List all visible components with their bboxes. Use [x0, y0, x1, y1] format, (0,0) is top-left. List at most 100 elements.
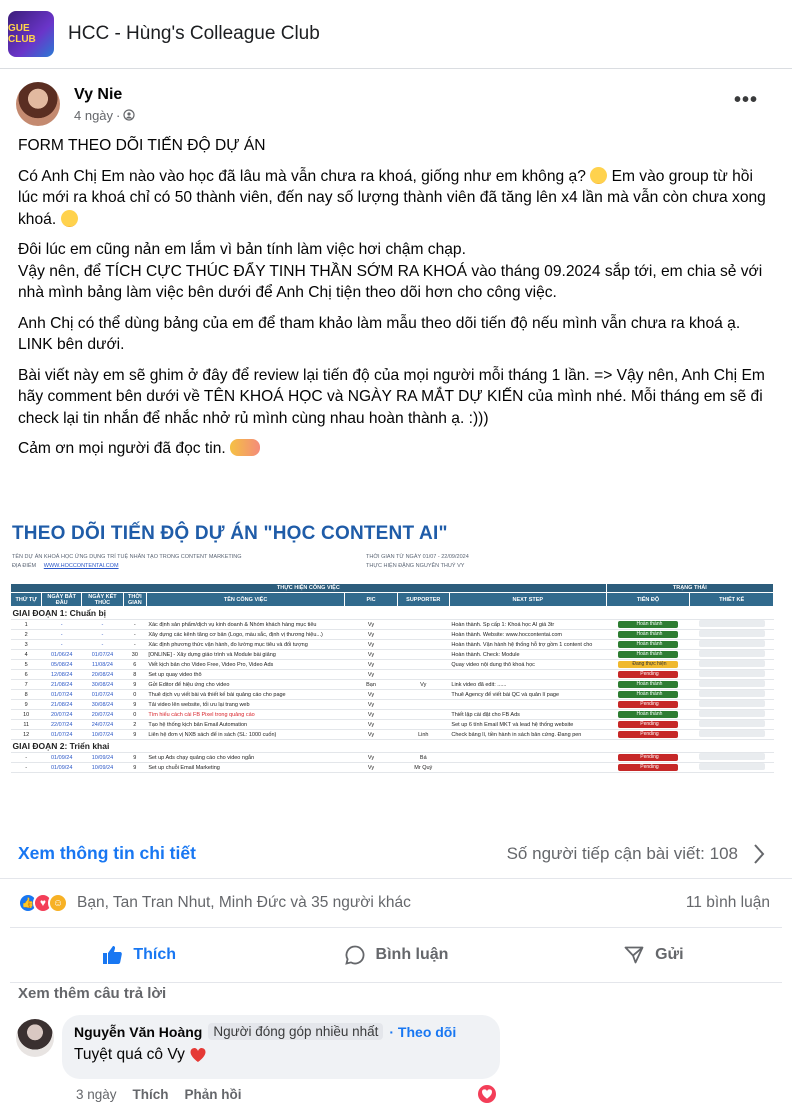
comment-time[interactable]: 3 ngày — [76, 1087, 117, 1102]
sheet-cell-task: Set up Ads chạy quảng cáo cho video ngắn — [146, 752, 345, 763]
design-dropdown[interactable] — [698, 670, 765, 677]
like-button[interactable]: Thích — [10, 944, 267, 966]
design-dropdown[interactable] — [698, 753, 765, 760]
reaction-icons[interactable]: 👍 ♥ ☺ — [18, 893, 68, 913]
heart-hands-emoji-icon — [230, 439, 261, 456]
sheet-cell-next: Check bảng lí, tiền hành in sách bản cứn… — [449, 729, 607, 740]
sheet-column-header: TIẾN ĐỘ — [605, 592, 691, 607]
sheet-cell-start: 21/08/24 — [41, 679, 82, 690]
sheet-cell-task: Gửi Editor để hiệu ứng cho video — [146, 679, 345, 690]
design-dropdown[interactable] — [698, 650, 765, 657]
design-dropdown[interactable] — [698, 620, 765, 627]
send-button[interactable]: Gửi — [525, 944, 782, 966]
author-avatar[interactable] — [16, 82, 60, 126]
sheet-row: 10 20/07/24 20/07/24 0 Tìm hiểu cách cài FB … — [10, 709, 774, 720]
sheet-cell-start: 01/07/24 — [41, 729, 82, 740]
sheet-column-header: NGÀY KẾT THÚC — [81, 592, 124, 607]
sheet-cell-next — [449, 699, 607, 710]
sheet-cell-days: 0 — [123, 689, 147, 700]
status-badge[interactable]: Pending — [617, 721, 678, 728]
post-author-row: Vy Nie 4 ngày · — [16, 79, 135, 129]
design-dropdown[interactable] — [698, 640, 765, 647]
sheet-cell-start: 01/09/24 — [41, 752, 82, 763]
design-dropdown[interactable] — [698, 700, 765, 707]
comment-count[interactable]: 11 bình luận — [686, 894, 770, 912]
status-badge[interactable]: Hoàn thành — [617, 681, 678, 688]
sheet-cell-start: 05/08/24 — [41, 659, 82, 670]
design-dropdown[interactable] — [698, 730, 765, 737]
comment-reply-button[interactable]: Phản hồi — [185, 1087, 242, 1102]
author-name[interactable]: Vy Nie — [74, 86, 135, 104]
status-badge[interactable]: Pending — [617, 764, 678, 771]
status-badge[interactable]: Hoàn thành — [617, 631, 678, 638]
status-badge[interactable]: Hoàn thành — [617, 621, 678, 628]
design-dropdown[interactable] — [698, 690, 765, 697]
post-paragraph: FORM THEO DÕI TIẾN ĐỘ DỰ ÁN — [18, 137, 266, 154]
sheet-cell-start: 22/07/24 — [41, 719, 82, 730]
status-badge[interactable]: Hoàn thành — [617, 641, 678, 648]
comment-button[interactable]: Bình luận — [267, 944, 524, 966]
design-dropdown[interactable] — [698, 710, 765, 717]
reach-count[interactable]: Số người tiếp cận bài viết: 108 — [507, 844, 738, 864]
post-time[interactable]: 4 ngày — [74, 108, 113, 123]
status-badge[interactable]: Hoàn thành — [617, 711, 678, 718]
sheet-cell-end: 24/07/24 — [81, 719, 124, 730]
design-dropdown[interactable] — [698, 660, 765, 667]
view-more-replies[interactable]: Xem thêm câu trả lời — [18, 985, 166, 1002]
sheet-cell-no: 9 — [10, 699, 42, 710]
design-dropdown[interactable] — [698, 680, 765, 687]
sheet-cell-sup: Vy — [397, 679, 450, 690]
sheet-title: THEO DÕI TIẾN ĐỘ DỰ ÁN "HỌC CONTENT AI" — [12, 523, 448, 544]
commenter-avatar[interactable] — [16, 1019, 54, 1057]
comment-icon — [344, 945, 364, 965]
sheet-cell-end: 11/08/24 — [81, 659, 124, 670]
comment-like-button[interactable]: Thích — [133, 1087, 169, 1102]
sheet-cell-days: 9 — [123, 762, 147, 773]
progress-sheet-image[interactable]: THEO DÕI TIẾN ĐỘ DỰ ÁN "HỌC CONTENT AI" … — [10, 521, 774, 819]
sheet-cell-pic: Vy — [344, 762, 398, 773]
comment-love-reaction-icon[interactable] — [476, 1083, 498, 1105]
status-badge[interactable]: Pending — [617, 754, 678, 761]
sheet-cell-pic: Vy — [344, 669, 398, 680]
sheet-cell-sup: Linh — [397, 729, 450, 740]
sheet-cell-task: Liên hệ đơn vị NXB sách để in sách (SL: … — [146, 729, 345, 740]
group-thumbnail[interactable]: GUE CLUB — [8, 11, 54, 57]
status-badge[interactable]: Pending — [617, 671, 678, 678]
sheet-cell-start: 01/07/24 — [41, 689, 82, 700]
sheet-cell-next: Hoàn thành. Sp cấp 1: Khoá học AI giá 3t… — [449, 619, 607, 630]
status-badge[interactable]: Pending — [617, 701, 678, 708]
design-dropdown[interactable] — [698, 720, 765, 727]
design-dropdown[interactable] — [698, 630, 765, 637]
sheet-cell-sup — [397, 659, 450, 670]
status-badge[interactable]: Hoàn thành — [617, 691, 678, 698]
sheet-row: 12 01/07/24 10/07/24 9 Liên hệ đơn vị NXB sá… — [10, 729, 774, 740]
design-dropdown[interactable] — [698, 763, 765, 770]
sheet-row: 2- - - Xây dựng các kênh tăng cơ bản (Logo,… — [10, 629, 774, 640]
sheet-column-header: SUPPORTER — [396, 592, 450, 607]
sheet-cell-task: Set up chuỗi Email Marketing — [146, 762, 345, 773]
more-options-icon[interactable]: ••• — [734, 89, 758, 112]
sheet-cell-end: - — [81, 639, 124, 650]
sheet-cell-next — [449, 752, 607, 763]
sheet-row: 7 21/08/24 30/08/24 9 Gửi Editor để hiệu ứng… — [10, 679, 774, 690]
status-badge[interactable]: Đang thực hiện — [617, 661, 678, 668]
view-details-link[interactable]: Xem thông tin chi tiết — [18, 843, 196, 864]
sheet-meta-left: TÊN DỰ ÁN KHOÁ HỌC ỨNG DỤNG TRÍ TUỆ NHÂN… — [12, 554, 242, 569]
group-name[interactable]: HCC - Hùng's Colleague Club — [68, 23, 320, 45]
status-badge[interactable]: Pending — [617, 731, 678, 738]
care-reaction-icon: ☺ — [48, 893, 68, 913]
follow-link[interactable]: · Theo dõi — [389, 1024, 456, 1040]
sheet-column-header: PIC — [344, 592, 398, 607]
reactions-row: 👍 ♥ ☺ Bạn, Tan Tran Nhut, Minh Đức và 35… — [0, 885, 792, 921]
sheet-cell-no: 4 — [10, 649, 42, 660]
sheet-cell-end: - — [81, 629, 124, 640]
sheet-row: 6 12/08/24 20/08/24 8 Set up quay video thô V… — [10, 669, 774, 680]
sheet-cell-task: Xác định phương thức vận hành, đo lường … — [146, 639, 345, 650]
reaction-names[interactable]: Bạn, Tan Tran Nhut, Minh Đức và 35 người… — [77, 894, 411, 912]
sheet-cell-start: 12/08/24 — [41, 669, 82, 680]
chevron-right-icon[interactable] — [752, 843, 766, 865]
commenter-name[interactable]: Nguyễn Văn Hoàng — [74, 1024, 202, 1040]
sheet-cell-next: Set up 6 tính Email MKT và lead hệ thống… — [449, 719, 607, 730]
post-card: Vy Nie 4 ngày · ••• FORM THEO DÕI TIẾN Đ… — [0, 68, 792, 1115]
status-badge[interactable]: Hoàn thành — [617, 651, 678, 658]
